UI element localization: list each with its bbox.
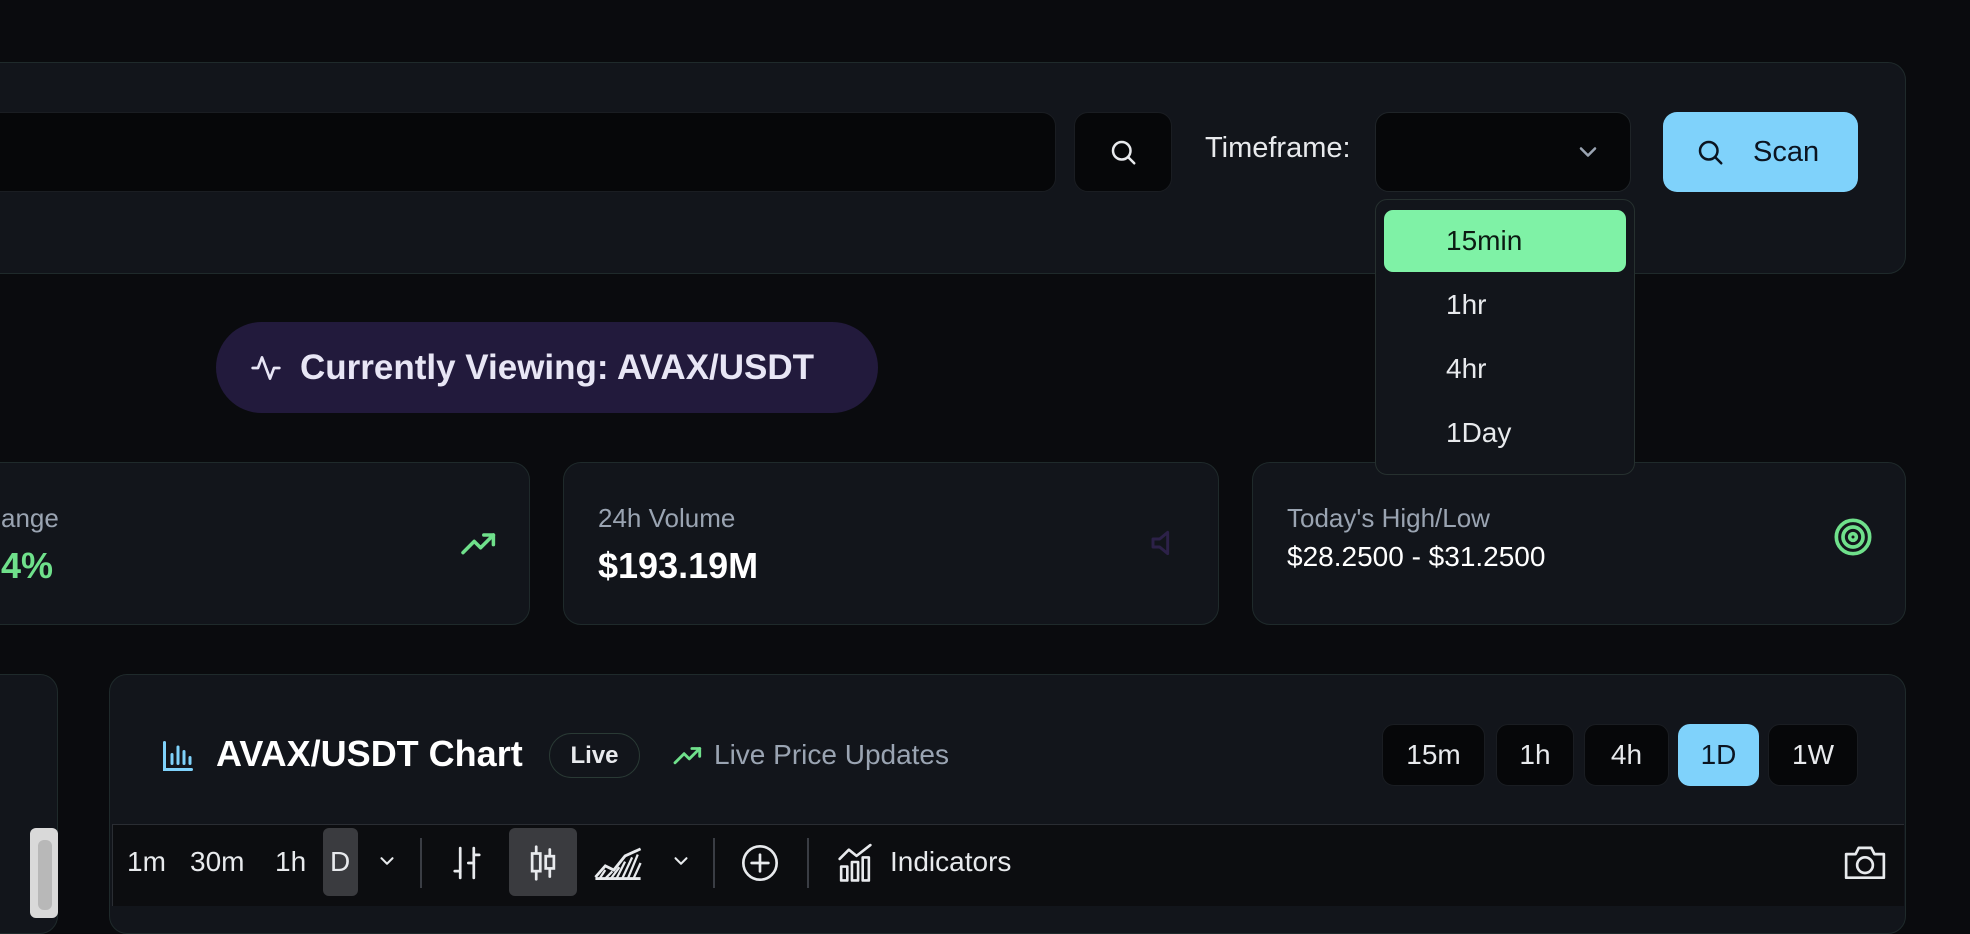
price-change-value: 4%	[1, 545, 54, 586]
trending-up-icon	[459, 527, 499, 559]
chart-timeframe-1h[interactable]: 1h	[1496, 724, 1574, 786]
toolbar-interval-1h[interactable]: 1h	[275, 846, 306, 878]
camera-icon[interactable]	[1843, 843, 1887, 881]
timeframe-option-15min[interactable]: 15min	[1384, 210, 1626, 272]
volume-value: $193.19M	[598, 545, 759, 586]
chevron-down-icon	[1574, 138, 1602, 166]
high-low-value: $28.2500 - $31.2500	[1287, 541, 1546, 572]
area-chart-icon[interactable]	[594, 846, 642, 880]
indicators-button[interactable]: Indicators	[890, 846, 1011, 878]
timeframe-label: Timeframe:	[1205, 132, 1351, 164]
activity-icon	[250, 352, 282, 384]
chart-timeframe-4h[interactable]: 4h	[1584, 724, 1669, 786]
high-low-label: Today's High/Low	[1287, 503, 1490, 533]
bar-chart-icon	[160, 738, 196, 774]
side-panel-scroll-thumb[interactable]	[38, 840, 52, 910]
trending-up-icon	[672, 742, 704, 768]
chart-title: AVAX/USDT Chart	[216, 733, 523, 774]
toolbar-divider	[420, 838, 422, 888]
currently-viewing-badge: Currently Viewing: AVAX/USDT	[216, 322, 878, 413]
high-low-card: Today's High/Low $28.2500 - $31.2500	[1252, 462, 1906, 625]
volume-icon	[1146, 527, 1176, 559]
scan-button-label: Scan	[1753, 135, 1820, 168]
timeframe-option-4hr[interactable]: 4hr	[1384, 338, 1626, 400]
live-price-updates-label: Live Price Updates	[714, 739, 950, 770]
price-change-card: ange 4%	[0, 462, 530, 625]
volume-label: 24h Volume	[598, 503, 736, 533]
chart-timeframe-1w[interactable]: 1W	[1768, 724, 1858, 786]
live-badge: Live	[549, 733, 640, 778]
chart-timeframe-1d[interactable]: 1D	[1678, 724, 1759, 786]
chevron-down-icon[interactable]	[376, 850, 398, 872]
live-price-updates: Live Price Updates	[672, 739, 949, 771]
indicators-icon[interactable]	[836, 842, 874, 882]
timeframe-dropdown: 15min 1hr 4hr 1Day	[1375, 199, 1635, 475]
toolbar-divider	[807, 838, 809, 888]
search-button[interactable]	[1074, 112, 1172, 192]
toolbar-divider	[713, 838, 715, 888]
currently-viewing-text: Currently Viewing: AVAX/USDT	[300, 347, 815, 387]
chevron-down-icon[interactable]	[670, 850, 692, 872]
candlestick-icon[interactable]	[526, 844, 560, 882]
toolbar-interval-1m[interactable]: 1m	[127, 846, 166, 878]
target-icon	[1833, 517, 1873, 557]
price-change-label: ange	[1, 503, 59, 533]
symbol-search-input[interactable]	[0, 112, 1056, 192]
add-circle-icon[interactable]	[740, 843, 780, 883]
bar-style-icon[interactable]	[450, 844, 484, 882]
toolbar-interval-d[interactable]: D	[330, 846, 350, 878]
toolbar-interval-30m[interactable]: 30m	[190, 846, 244, 878]
timeframe-option-1day[interactable]: 1Day	[1384, 402, 1626, 464]
timeframe-option-1hr[interactable]: 1hr	[1384, 274, 1626, 336]
volume-card: 24h Volume $193.19M	[563, 462, 1219, 625]
search-icon	[1695, 137, 1725, 167]
search-icon	[1108, 137, 1138, 167]
scan-button[interactable]: Scan	[1663, 112, 1858, 192]
chart-timeframe-15m[interactable]: 15m	[1382, 724, 1485, 786]
